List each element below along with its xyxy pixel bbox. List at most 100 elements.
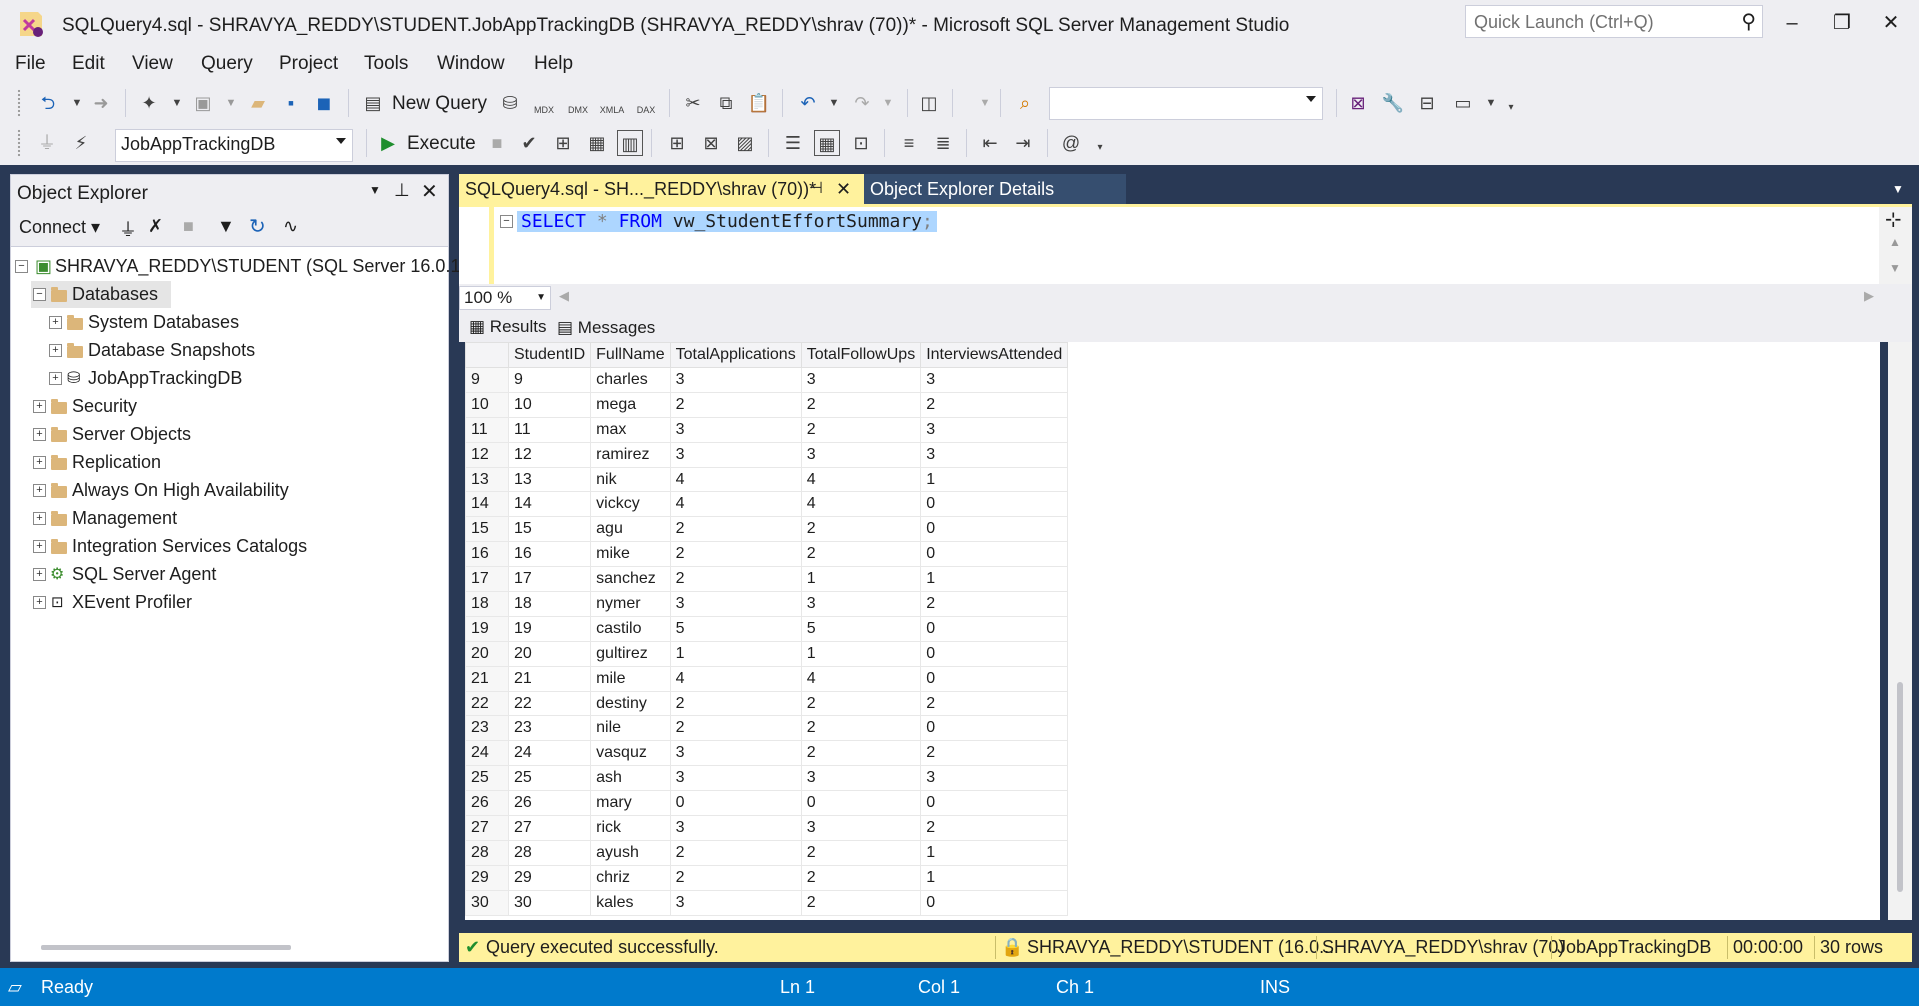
menu-help[interactable]: Help [534, 53, 573, 75]
row-number-cell[interactable]: 17 [465, 566, 509, 593]
properties-wrench-icon[interactable]: 🔧 [1380, 90, 1406, 116]
row-number-cell[interactable]: 9 [465, 367, 509, 393]
undo-icon[interactable]: ↶ [795, 90, 821, 116]
tab-messages[interactable]: ▤ Messages [557, 318, 655, 338]
expand-icon[interactable]: + [33, 484, 46, 497]
column-header[interactable]: FullName [590, 342, 671, 368]
table-cell[interactable]: 4 [800, 665, 922, 692]
table-cell[interactable]: 5 [800, 615, 922, 642]
expand-icon[interactable]: + [49, 316, 62, 329]
row-number-cell[interactable]: 24 [465, 740, 509, 767]
table-cell[interactable]: 29 [507, 864, 592, 891]
table-cell[interactable]: 2 [669, 541, 802, 568]
menu-file[interactable]: File [15, 53, 46, 75]
table-cell[interactable]: 27 [507, 815, 592, 841]
minimize-button[interactable]: – [1772, 8, 1812, 38]
table-cell[interactable]: 2 [800, 690, 922, 717]
row-number-cell[interactable]: 10 [465, 391, 509, 418]
table-cell[interactable]: gultirez [590, 640, 671, 667]
new-project-icon[interactable]: ✦ [136, 90, 162, 116]
table-cell[interactable]: 22 [507, 690, 592, 717]
toolbox-icon[interactable]: ⊟ [1414, 90, 1440, 116]
uncomment-icon[interactable]: ≣ [930, 130, 956, 156]
table-cell[interactable]: 1 [669, 640, 802, 667]
decrease-indent-icon[interactable]: ⇤ [977, 130, 1003, 156]
table-cell[interactable]: 0 [669, 790, 802, 817]
table-row[interactable]: 18 18 nymer 3 3 2 [465, 591, 1069, 617]
table-cell[interactable]: 20 [507, 640, 592, 667]
save-icon[interactable]: ▪ [278, 90, 304, 116]
expand-icon[interactable]: + [33, 596, 46, 609]
expand-icon[interactable]: + [49, 372, 62, 385]
table-row[interactable]: 17 17 sanchez 2 1 1 [465, 566, 1069, 593]
table-cell[interactable]: ayush [590, 839, 671, 866]
mdx-query-icon[interactable]: MDX [531, 90, 557, 116]
table-cell[interactable]: 3 [800, 367, 922, 393]
scroll-up-icon[interactable]: ▲ [1889, 235, 1901, 249]
table-cell[interactable]: 2 [800, 391, 922, 418]
table-cell[interactable]: 0 [920, 715, 1069, 742]
chevron-down-icon[interactable]: ▼ [821, 90, 847, 116]
table-cell[interactable]: 21 [507, 665, 592, 692]
table-cell[interactable]: 18 [507, 591, 592, 617]
row-number-header[interactable] [465, 342, 509, 368]
copy-icon[interactable]: ⧉ [713, 90, 739, 116]
table-cell[interactable]: 15 [507, 516, 592, 543]
zoom-dropdown[interactable]: 100 % ▼ [459, 286, 551, 310]
expand-icon[interactable]: + [33, 540, 46, 553]
table-cell[interactable]: vickcy [590, 491, 671, 518]
chevron-down-icon[interactable]: ▼ [218, 90, 244, 116]
filter-icon[interactable]: ▼ [217, 216, 235, 237]
toolbar-options-icon[interactable]: ▾ [1498, 95, 1524, 121]
table-cell[interactable]: 2 [800, 541, 922, 568]
table-cell[interactable]: 2 [920, 391, 1069, 418]
table-cell[interactable]: 1 [920, 566, 1069, 593]
find-combo[interactable] [1049, 87, 1323, 120]
table-row[interactable]: 16 16 mike 2 2 0 [465, 541, 1069, 568]
table-cell[interactable]: 3 [920, 367, 1069, 393]
close-tab-icon[interactable]: ✕ [836, 174, 851, 204]
expand-icon[interactable]: + [33, 568, 46, 581]
refresh-icon[interactable]: ↻ [249, 214, 266, 239]
column-header[interactable]: TotalFollowUps [800, 342, 922, 368]
connect-plug-icon[interactable]: ⏚ [34, 130, 60, 156]
table-cell[interactable]: 0 [800, 790, 922, 817]
table-cell[interactable]: nik [590, 466, 671, 493]
row-number-cell[interactable]: 13 [465, 466, 509, 493]
cancel-query-icon[interactable]: ■ [484, 130, 510, 156]
table-cell[interactable]: 26 [507, 790, 592, 817]
table-row[interactable]: 10 10 mega 2 2 2 [465, 391, 1069, 418]
table-cell[interactable]: 4 [669, 665, 802, 692]
row-number-cell[interactable]: 20 [465, 640, 509, 667]
table-cell[interactable]: ramirez [590, 441, 671, 468]
row-number-cell[interactable]: 28 [465, 839, 509, 866]
editor-vertical-scrollbar[interactable]: ⊹ ▲ ▼ [1879, 207, 1912, 287]
toolbar-grip[interactable] [17, 89, 21, 117]
row-number-cell[interactable]: 12 [465, 441, 509, 468]
table-cell[interactable]: charles [590, 367, 671, 393]
row-number-cell[interactable]: 23 [465, 715, 509, 742]
table-cell[interactable]: rick [590, 815, 671, 841]
table-cell[interactable]: 17 [507, 566, 592, 593]
expand-icon[interactable]: + [33, 456, 46, 469]
table-cell[interactable]: 19 [507, 615, 592, 642]
increase-indent-icon[interactable]: ⇥ [1010, 130, 1036, 156]
toolbar-options-icon[interactable]: ▾ [1087, 135, 1113, 161]
table-cell[interactable]: 0 [920, 790, 1069, 817]
table-cell[interactable]: 14 [507, 491, 592, 518]
table-cell[interactable]: mile [590, 665, 671, 692]
table-cell[interactable]: 2 [920, 690, 1069, 717]
results-to-file2-icon[interactable]: ⊡ [848, 130, 874, 156]
table-row[interactable]: 30 30 kales 3 2 0 [465, 889, 1069, 916]
database-engine-query-icon[interactable]: ⛁ [497, 90, 523, 116]
back-icon[interactable]: ⮌ [35, 90, 61, 116]
table-cell[interactable]: 2 [800, 740, 922, 767]
table-cell[interactable]: sanchez [590, 566, 671, 593]
execute-button[interactable]: Execute [407, 133, 476, 155]
table-cell[interactable]: 0 [920, 541, 1069, 568]
comment-out-icon[interactable]: ≡ [896, 130, 922, 156]
new-query-button[interactable]: New Query [392, 93, 487, 115]
table-cell[interactable]: 2 [669, 715, 802, 742]
table-row[interactable]: 21 21 mile 4 4 0 [465, 665, 1069, 692]
row-number-cell[interactable]: 29 [465, 864, 509, 891]
